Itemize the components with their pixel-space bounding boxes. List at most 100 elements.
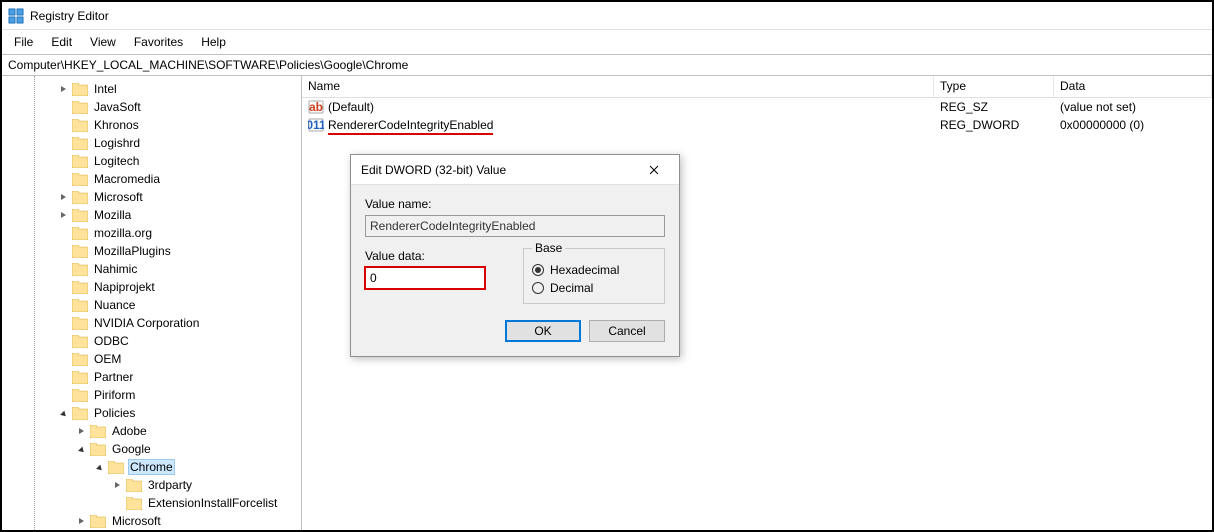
tree-item[interactable]: Khronos [2,116,301,134]
menu-view[interactable]: View [82,33,124,51]
tree-item[interactable]: Macromedia [2,170,301,188]
tree-label: Adobe [110,424,149,438]
dialog-title: Edit DWORD (32-bit) Value [361,163,639,177]
value-data-label: Value data: [365,249,505,263]
cancel-button[interactable]: Cancel [589,320,665,342]
folder-icon [72,83,88,96]
value-type: REG_DWORD [934,118,1054,132]
folder-icon [72,101,88,114]
radio-dec-row[interactable]: Decimal [532,281,656,295]
list-item[interactable]: 011RendererCodeIntegrityEnabled REG_DWORD… [302,116,1212,134]
tree-item[interactable]: Logitech [2,152,301,170]
tree-expander-icon[interactable] [74,442,88,456]
tree-item[interactable]: Napiprojekt [2,278,301,296]
ok-button[interactable]: OK [505,320,581,342]
edit-dword-dialog: Edit DWORD (32-bit) Value Value name: Va… [350,154,680,357]
tree-label: Mozilla [92,208,133,222]
menu-file[interactable]: File [6,33,41,51]
tree-expander-icon[interactable] [110,478,124,492]
folder-icon [72,245,88,258]
tree-label: Partner [92,370,135,384]
tree-expander-icon[interactable] [56,82,70,96]
tree-item[interactable]: Nuance [2,296,301,314]
tree-item[interactable]: Partner [2,368,301,386]
tree-expander-icon[interactable] [56,190,70,204]
tree-item[interactable]: MozillaPlugins [2,242,301,260]
tree-item[interactable]: Google [2,440,301,458]
tree-label: NVIDIA Corporation [92,316,201,330]
tree-label: Nuance [92,298,137,312]
tree-item[interactable]: Piriform [2,386,301,404]
tree-label: Piriform [92,388,137,402]
tree: IntelJavaSoftKhronos Logishrd Logitech Macr… [2,80,301,530]
tree-label: Macromedia [92,172,162,186]
folder-icon [72,137,88,150]
tree-item[interactable]: Policies [2,404,301,422]
tree-item[interactable]: Intel [2,80,301,98]
tree-expander-icon[interactable] [56,406,70,420]
value-data-field[interactable] [365,267,485,289]
folder-icon [72,371,88,384]
tree-label: Microsoft [92,190,145,204]
tree-item[interactable]: Adobe [2,422,301,440]
folder-icon [72,155,88,168]
tree-expander-icon[interactable] [74,514,88,528]
radio-dec-label: Decimal [550,281,593,295]
tree-expander-icon[interactable] [74,424,88,438]
folder-icon [72,191,88,204]
tree-label: Google [110,442,153,456]
tree-label: 3rdparty [146,478,194,492]
menu-edit[interactable]: Edit [43,33,80,51]
col-name[interactable]: Name [302,76,934,97]
radio-hex[interactable] [532,264,544,276]
tree-expander-icon[interactable] [56,208,70,222]
folder-icon [72,173,88,186]
dialog-titlebar[interactable]: Edit DWORD (32-bit) Value [351,155,679,185]
tree-item[interactable]: Microsoft [2,512,301,530]
menu-help[interactable]: Help [193,33,234,51]
close-icon[interactable] [639,155,669,185]
tree-item[interactable]: mozilla.org [2,224,301,242]
tree-item[interactable]: Chrome [2,458,301,476]
menu-favorites[interactable]: Favorites [126,33,191,51]
tree-item[interactable]: ExtensionInstallForcelist [2,494,301,512]
value-name: RendererCodeIntegrityEnabled [328,118,493,135]
tree-label: MozillaPlugins [92,244,173,258]
tree-item[interactable]: Logishrd [2,134,301,152]
tree-item[interactable]: Mozilla [2,206,301,224]
tree-item[interactable]: OEM [2,350,301,368]
col-type[interactable]: Type [934,76,1054,97]
value-data: (value not set) [1054,100,1212,114]
base-legend: Base [532,241,565,255]
tree-label: Policies [92,406,137,420]
folder-icon [72,119,88,132]
tree-label: Logishrd [92,136,142,150]
tree-item[interactable]: Nahimic [2,260,301,278]
folder-icon [72,353,88,366]
tree-pane[interactable]: IntelJavaSoftKhronos Logishrd Logitech Macr… [2,76,302,530]
tree-item[interactable]: JavaSoft [2,98,301,116]
tree-item[interactable]: NVIDIA Corporation [2,314,301,332]
list-item[interactable]: ab(Default)REG_SZ(value not set) [302,98,1212,116]
tree-label: ODBC [92,334,131,348]
folder-icon [72,407,88,420]
folder-icon [72,389,88,402]
folder-icon [72,281,88,294]
radio-hex-row[interactable]: Hexadecimal [532,263,656,277]
tree-label: Logitech [92,154,141,168]
binary-value-icon: 011 [308,117,324,133]
value-name: (Default) [328,100,374,114]
value-name-field[interactable] [365,215,665,237]
col-data[interactable]: Data [1054,76,1212,97]
tree-item[interactable]: 3rdparty [2,476,301,494]
menubar: File Edit View Favorites Help [2,30,1212,54]
tree-item[interactable]: ODBC [2,332,301,350]
radio-dec[interactable] [532,282,544,294]
address-bar[interactable]: Computer\HKEY_LOCAL_MACHINE\SOFTWARE\Pol… [2,54,1212,76]
svg-text:ab: ab [309,100,323,114]
folder-icon [72,263,88,276]
folder-icon [126,497,142,510]
tree-item[interactable]: Microsoft [2,188,301,206]
tree-expander-icon[interactable] [92,460,106,474]
folder-icon [72,227,88,240]
